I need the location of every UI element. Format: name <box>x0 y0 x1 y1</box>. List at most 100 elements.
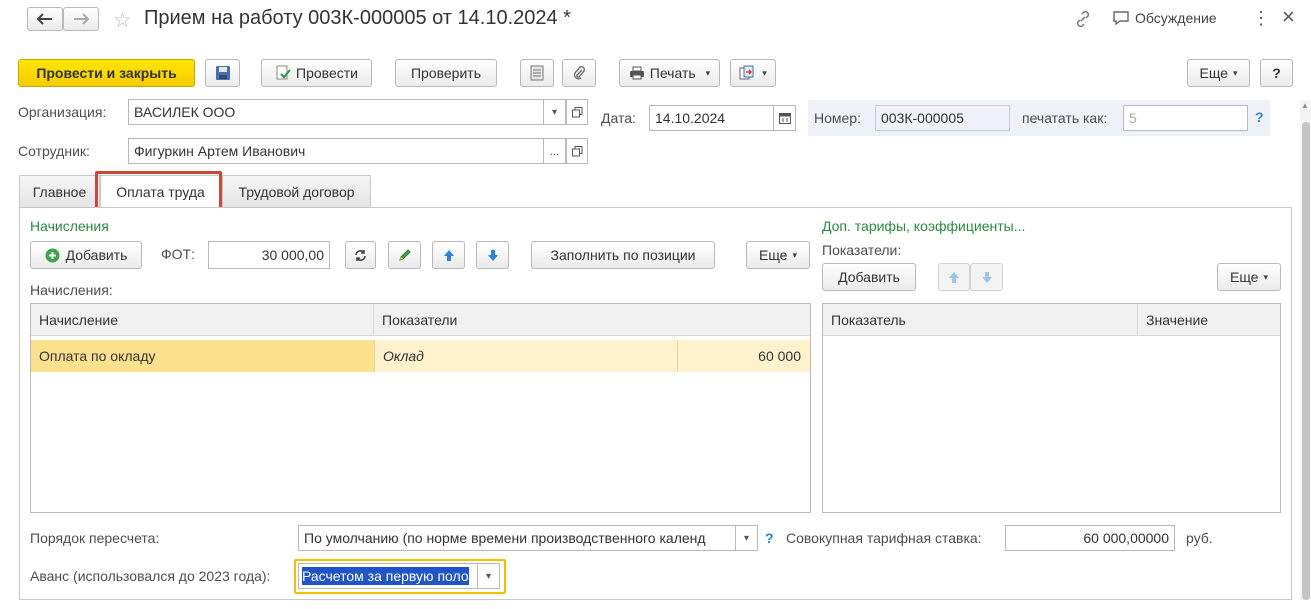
extra-add-button[interactable]: Добавить <box>822 263 916 291</box>
discussion-button[interactable]: Обсуждение <box>1112 10 1217 26</box>
extra-move-up-button[interactable] <box>938 263 970 291</box>
calendar-button[interactable] <box>774 105 796 131</box>
advance-field[interactable]: Расчетом за первую поло <box>298 563 478 589</box>
org-open-button[interactable] <box>566 99 588 125</box>
accruals-column-header-indicators[interactable]: Показатели <box>374 304 810 336</box>
org-dropdown-button[interactable]: ▾ <box>544 99 566 125</box>
chevron-down-icon: ▾ <box>1263 271 1269 282</box>
create-based-icon <box>739 65 754 80</box>
extra-indicators-label: Показатели: <box>822 242 902 258</box>
accruals-more-label: Еще <box>758 247 788 263</box>
recalc-dropdown-button[interactable]: ▾ <box>736 525 758 551</box>
more-button-label: Еще <box>1199 65 1228 81</box>
fill-by-position-button[interactable]: Заполнить по позиции <box>531 241 715 269</box>
date-field[interactable]: 14.10.2024 <box>649 105 774 131</box>
indicators-grid[interactable]: Показатель Значение <box>822 303 1281 513</box>
chevron-down-icon: ▾ <box>792 249 798 260</box>
help-button[interactable]: ? <box>1260 59 1293 87</box>
move-down-button[interactable] <box>476 241 509 269</box>
calendar-icon <box>778 113 791 124</box>
print-button-label: Печать <box>649 65 696 81</box>
table-row[interactable]: Оплата по окладу Оклад 60 000 <box>31 340 810 372</box>
print-as-help-icon[interactable]: ? <box>1255 109 1264 125</box>
indicators-column-header-name[interactable]: Показатель <box>823 304 1138 336</box>
open-window-icon <box>571 106 582 117</box>
back-button[interactable] <box>27 7 63 31</box>
employee-field[interactable]: Фигуркин Артем Иванович <box>128 138 544 164</box>
tab-main[interactable]: Главное <box>19 175 100 207</box>
chat-icon <box>1113 11 1129 26</box>
accruals-add-label: Добавить <box>65 247 128 263</box>
post-button-label: Провести <box>296 65 358 81</box>
recalc-field[interactable]: По умолчанию (по норме времени производс… <box>298 525 736 551</box>
more-menu-icon[interactable]: ⋮ <box>1252 8 1270 29</box>
chevron-down-icon: ▾ <box>762 67 767 78</box>
accruals-section-title: Начисления <box>30 218 109 234</box>
date-label: Дата: <box>601 110 636 126</box>
print-button[interactable]: Печать ▾ <box>619 59 720 87</box>
accruals-grid-label: Начисления: <box>30 282 113 298</box>
employee-open-button[interactable] <box>566 138 588 164</box>
recalc-label: Порядок пересчета: <box>30 530 160 546</box>
accruals-column-header-accrual[interactable]: Начисление <box>31 304 374 336</box>
attach-button[interactable] <box>562 59 596 87</box>
fot-field[interactable]: 30 000,00 <box>208 241 330 269</box>
extra-more-button[interactable]: Еще ▾ <box>1217 263 1281 291</box>
open-window-icon <box>571 145 582 156</box>
tab-salary-highlight <box>95 171 222 211</box>
list-document-icon <box>530 65 544 81</box>
employee-select-button[interactable]: ... <box>544 138 566 164</box>
scrollbar-thumb[interactable] <box>1302 122 1310 600</box>
link-icon[interactable] <box>1074 10 1092 31</box>
rate-field[interactable]: 60 000,00000 <box>1005 525 1175 551</box>
save-button[interactable] <box>205 59 240 87</box>
chevron-down-icon: ▾ <box>705 67 711 78</box>
journal-button[interactable] <box>520 59 554 87</box>
number-field[interactable]: 003К-000005 <box>875 105 1010 131</box>
arrow-left-icon <box>37 13 52 25</box>
edit-button[interactable] <box>388 241 421 269</box>
arrow-up-icon <box>443 249 454 261</box>
print-as-field[interactable]: 5 <box>1123 105 1248 131</box>
arrow-down-icon <box>981 271 992 283</box>
create-based-on-button[interactable]: ▾ <box>730 59 776 87</box>
recalc-help-icon[interactable]: ? <box>765 530 774 546</box>
close-icon[interactable]: × <box>1282 4 1295 30</box>
favorite-star-icon[interactable]: ☆ <box>113 8 132 33</box>
advance-dropdown-button[interactable]: ▾ <box>478 563 500 589</box>
check-button[interactable]: Проверить <box>395 59 497 87</box>
forward-button[interactable] <box>63 7 99 31</box>
add-circle-icon <box>45 248 60 262</box>
rate-unit: руб. <box>1186 530 1213 546</box>
fot-label: ФОТ: <box>161 246 195 262</box>
more-button[interactable]: Еще ▾ <box>1187 59 1250 87</box>
indicators-column-header-value[interactable]: Значение <box>1138 304 1280 336</box>
arrow-up-icon <box>949 271 959 283</box>
tab-employment-contract[interactable]: Трудовой договор <box>222 175 371 207</box>
accruals-add-button[interactable]: Добавить <box>30 241 142 269</box>
extra-section-title[interactable]: Доп. тарифы, коэффициенты... <box>822 218 1025 234</box>
paperclip-icon <box>573 66 585 80</box>
org-label: Организация: <box>18 104 107 120</box>
org-field[interactable]: ВАСИЛЕК ООО <box>128 99 544 125</box>
refresh-button[interactable] <box>345 241 376 269</box>
accruals-more-button[interactable]: Еще ▾ <box>746 241 810 269</box>
floppy-disk-icon <box>215 66 230 80</box>
scrollbar-up-arrow[interactable]: ▲ <box>1301 101 1309 110</box>
advance-selected-text: Расчетом за первую поло <box>302 567 469 585</box>
accruals-grid[interactable]: Начисление Показатели Оплата по окладу О… <box>30 303 811 513</box>
advance-label: Аванс (использовался до 2023 года): <box>30 568 271 584</box>
number-label: Номер: <box>814 110 861 126</box>
move-up-button[interactable] <box>432 241 465 269</box>
row-accrual-cell[interactable]: Оплата по окладу <box>31 340 374 372</box>
extra-more-label: Еще <box>1229 269 1259 285</box>
arrow-down-icon <box>487 249 498 261</box>
extra-move-down-button[interactable] <box>970 263 1003 291</box>
row-indicator-cell[interactable]: Оклад <box>374 340 677 372</box>
window-title: Прием на работу 003К-000005 от 14.10.202… <box>144 7 571 29</box>
chevron-down-icon: ▾ <box>1232 67 1238 78</box>
row-value-cell[interactable]: 60 000 <box>677 340 810 372</box>
post-button[interactable]: Провести <box>261 59 372 87</box>
discussion-label: Обсуждение <box>1135 10 1217 26</box>
post-and-close-button[interactable]: Провести и закрыть <box>18 59 195 87</box>
